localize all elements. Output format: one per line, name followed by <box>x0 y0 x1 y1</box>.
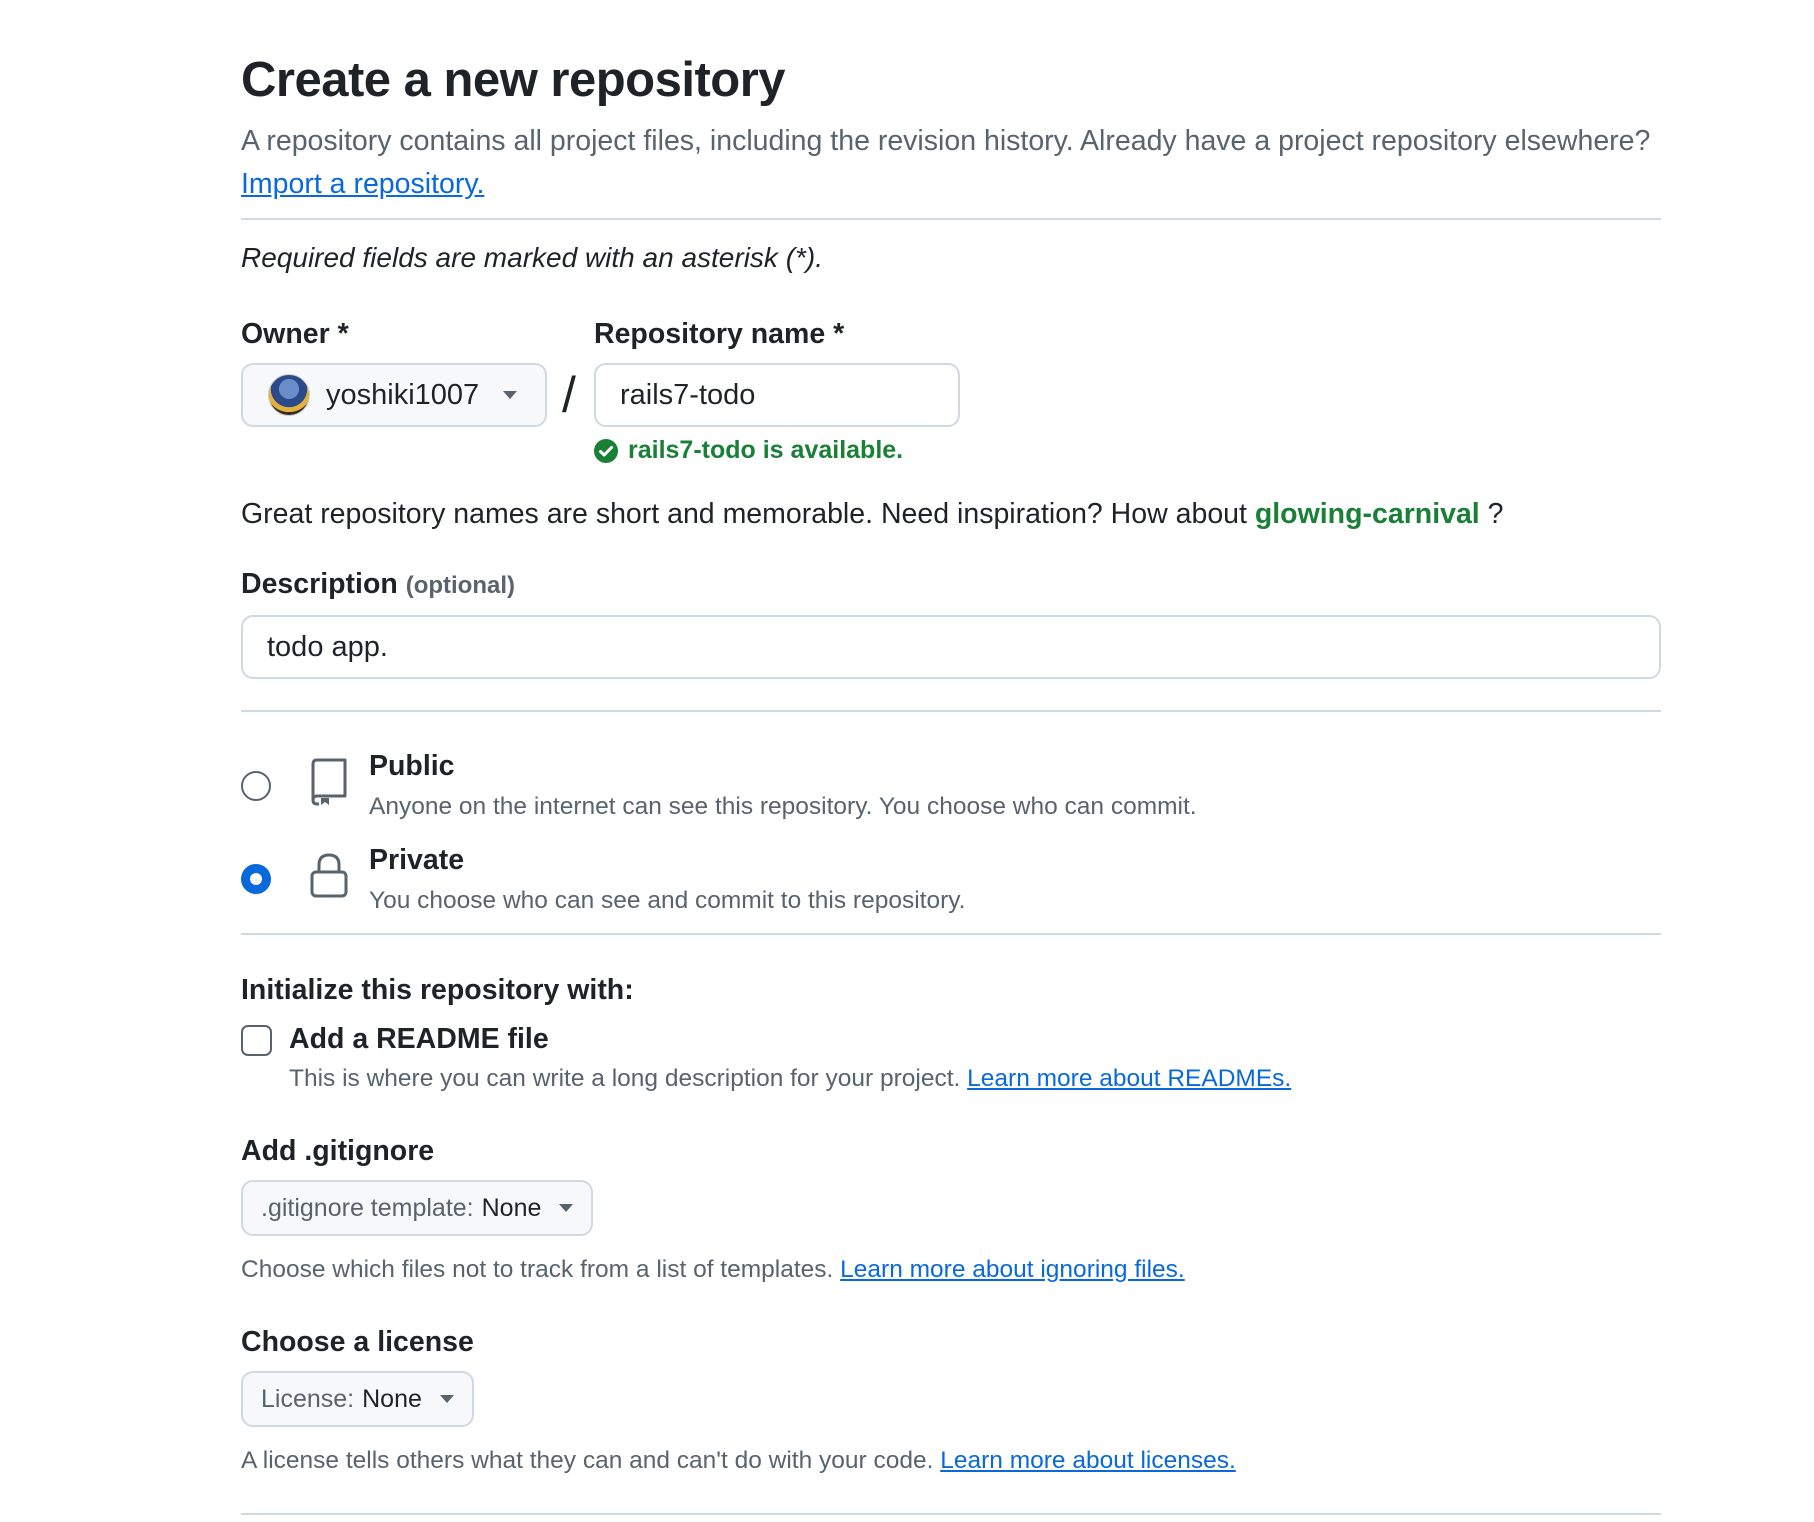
readme-checkbox[interactable] <box>241 1025 272 1056</box>
lead-text: A repository contains all project files,… <box>241 125 1651 157</box>
radio-public[interactable] <box>241 771 271 801</box>
license-select-button[interactable]: License: None <box>241 1371 474 1427</box>
public-title: Public <box>369 750 455 782</box>
divider <box>241 933 1661 935</box>
chevron-down-icon <box>439 1395 454 1403</box>
optional-hint: (optional) <box>405 572 516 599</box>
license-select-prefix: License: <box>261 1384 355 1413</box>
import-repository-link[interactable]: Import a repository. <box>241 168 484 200</box>
gitignore-select-button[interactable]: .gitignore template: None <box>241 1180 594 1236</box>
lock-icon <box>310 853 348 898</box>
license-help: A license tells others what they can and… <box>241 1447 1236 1475</box>
availability-text: rails7-todo is available. <box>628 436 904 464</box>
private-title: Private <box>369 844 465 876</box>
gitignore-select-prefix: .gitignore template: <box>261 1193 474 1222</box>
description-label-row: Description (optional) <box>241 568 515 601</box>
required-note: Required fields are marked with an aster… <box>241 242 824 273</box>
owner-select-button[interactable]: yoshiki1007 <box>241 363 547 427</box>
initialize-heading: Initialize this repository with: <box>241 974 634 1006</box>
learn-ignoring-files-link[interactable]: Learn more about ignoring files. <box>840 1256 1185 1283</box>
page-title: Create a new repository <box>241 53 786 107</box>
repo-icon <box>311 758 347 806</box>
availability-message: rails7-todo is available. <box>594 436 903 465</box>
public-subtitle: Anyone on the internet can see this repo… <box>369 793 1197 820</box>
repo-name-label: Repository name * <box>594 318 845 350</box>
suggestion-end: ? <box>1487 498 1504 530</box>
suggestion-text: Great repository names are short and mem… <box>241 498 1247 530</box>
divider <box>241 710 1661 712</box>
owner-name: yoshiki1007 <box>326 378 480 411</box>
learn-licenses-link[interactable]: Learn more about licenses. <box>940 1447 1236 1474</box>
chevron-down-icon <box>503 391 518 399</box>
repo-name-input[interactable]: rails7-todo <box>594 363 960 427</box>
avatar <box>268 374 310 416</box>
owner-repo-separator: / <box>562 367 576 423</box>
gitignore-select-value: None <box>481 1193 542 1222</box>
gitignore-help: Choose which files not to track from a l… <box>241 1256 1185 1284</box>
private-subtitle: You choose who can see and commit to thi… <box>369 887 966 914</box>
divider <box>241 1513 1661 1515</box>
readme-help: This is where you can write a long descr… <box>289 1065 1291 1093</box>
license-select-value: None <box>362 1384 422 1413</box>
divider <box>241 218 1661 220</box>
page-lead: A repository contains all project files,… <box>241 120 1681 206</box>
check-circle-icon <box>594 438 618 463</box>
description-label: Description <box>241 568 398 600</box>
readme-label[interactable]: Add a README file <box>289 1023 549 1056</box>
description-input[interactable]: todo app. <box>241 615 1661 679</box>
suggested-name-link[interactable]: glowing-carnival <box>1255 498 1480 530</box>
name-suggestion: Great repository names are short and mem… <box>241 498 1504 531</box>
gitignore-heading: Add .gitignore <box>241 1135 435 1167</box>
license-help-text: A license tells others what they can and… <box>241 1447 934 1474</box>
readme-help-text: This is where you can write a long descr… <box>289 1065 961 1092</box>
owner-label: Owner * <box>241 318 349 350</box>
chevron-down-icon <box>559 1204 574 1212</box>
learn-readmes-link[interactable]: Learn more about READMEs. <box>967 1065 1291 1092</box>
gitignore-help-text: Choose which files not to track from a l… <box>241 1256 834 1283</box>
radio-private[interactable] <box>241 864 271 894</box>
license-heading: Choose a license <box>241 1326 474 1358</box>
